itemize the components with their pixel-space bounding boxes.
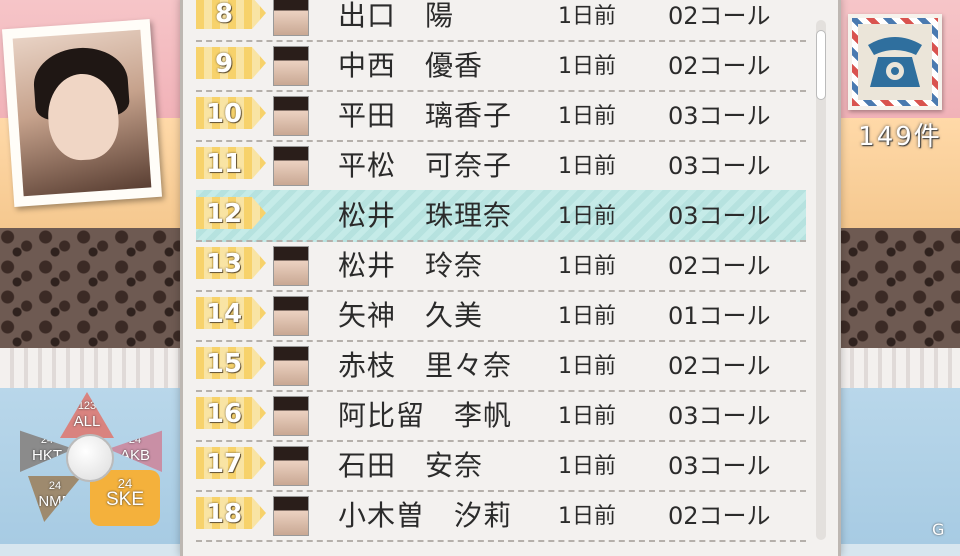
contact-row[interactable]: 15 赤枝 里々奈 1日前 02コール [196,340,806,392]
member-name: 出口 陽 [338,0,455,32]
phone-icon [868,37,922,87]
member-name: 平松 可奈子 [338,149,513,182]
row-number-tag: 18 [196,497,266,529]
row-number: 9 [214,49,234,79]
call-count: 03コール [668,402,771,430]
member-name: 石田 安奈 [338,449,484,482]
call-count: 02コール [668,252,771,280]
member-thumbnail [273,96,309,136]
call-count: 01コール [668,302,771,330]
member-name: 松井 珠理奈 [338,199,513,232]
member-name: 小木曽 汐莉 [338,499,513,532]
call-count: 02コール [668,2,771,30]
last-call-date: 1日前 [558,54,616,79]
row-number: 10 [205,99,243,129]
last-call-date: 1日前 [558,404,616,429]
row-number-tag: 13 [196,247,266,279]
member-name: 赤枝 里々奈 [338,349,513,382]
group-selector: 123 ALL 24 HKT 24 AKB 24 NMB 24 SKE [14,388,164,528]
row-number-tag: 11 [196,147,266,179]
contact-row[interactable]: 12 松井 珠理奈 1日前 03コール [196,190,806,242]
call-count: 03コール [668,202,771,230]
call-count: 02コール [668,52,771,80]
row-number: 11 [205,149,243,179]
row-number-tag: 10 [196,97,266,129]
contact-row[interactable]: 10 平田 璃香子 1日前 03コール [196,90,806,142]
call-count: 02コール [668,502,771,530]
group-nmb-button[interactable]: 24 NMB [28,476,82,522]
contact-row[interactable]: 16 阿比留 李帆 1日前 03コール [196,390,806,442]
scrollbar[interactable] [816,20,826,540]
member-name: 矢神 久美 [338,299,484,332]
row-number: 17 [205,449,243,479]
row-number: 14 [205,299,243,329]
last-call-date: 1日前 [558,104,616,129]
member-thumbnail [273,496,309,536]
last-call-date: 1日前 [558,504,616,529]
call-count: 02コール [668,352,771,380]
contact-row[interactable]: 18 小木曽 汐莉 1日前 02コール [196,490,806,542]
last-call-date: 1日前 [558,154,616,179]
contact-row[interactable]: 13 松井 玲奈 1日前 02コール [196,240,806,292]
contact-row[interactable]: 9 中西 優香 1日前 02コール [196,40,806,92]
center-button[interactable] [66,434,114,482]
member-name: 平田 璃香子 [338,99,513,132]
last-call-date: 1日前 [558,454,616,479]
row-number-tag: 14 [196,297,266,329]
member-thumbnail [273,0,309,36]
row-number: 12 [205,199,243,229]
call-count: 03コール [668,102,771,130]
member-portrait [12,29,152,197]
selected-member-photo [1,19,163,207]
row-number: 18 [205,499,243,529]
call-count: 03コール [668,452,771,480]
member-thumbnail [273,396,309,436]
row-number-tag: 9 [196,47,266,79]
group-all-button[interactable]: 123 ALL [60,392,114,438]
last-call-date: 1日前 [558,354,616,379]
row-number: 15 [205,349,243,379]
last-call-date: 1日前 [558,4,616,29]
call-count: 03コール [668,152,771,180]
row-number-tag: 12 [196,197,266,229]
row-number-tag: 17 [196,447,266,479]
contact-row[interactable]: 11 平松 可奈子 1日前 03コール [196,140,806,192]
row-number-tag: 8 [196,0,266,29]
member-thumbnail [273,346,309,386]
member-name: 松井 玲奈 [338,249,484,282]
last-call-date: 1日前 [558,204,616,229]
contact-row[interactable]: 8 出口 陽 1日前 02コール [196,0,806,42]
member-thumbnail [273,446,309,486]
phone-button[interactable] [848,14,942,110]
watermark-logo: G [932,520,945,539]
member-thumbnail [273,146,309,186]
member-name: 阿比留 李帆 [338,399,513,432]
row-number: 8 [214,0,234,29]
scrollbar-thumb[interactable] [816,30,826,100]
row-number: 16 [205,399,243,429]
last-call-date: 1日前 [558,254,616,279]
contact-row[interactable]: 14 矢神 久美 1日前 01コール [196,290,806,342]
member-name: 中西 優香 [338,49,484,82]
contact-count: 149件 [858,122,942,152]
row-number-tag: 16 [196,397,266,429]
member-thumbnail [273,46,309,86]
member-thumbnail [273,246,309,286]
group-akb-button[interactable]: 24 AKB [108,430,162,472]
row-number: 13 [205,249,243,279]
member-thumbnail [273,296,309,336]
last-call-date: 1日前 [558,304,616,329]
contact-row[interactable]: 17 石田 安奈 1日前 03コール [196,440,806,492]
row-number-tag: 15 [196,347,266,379]
